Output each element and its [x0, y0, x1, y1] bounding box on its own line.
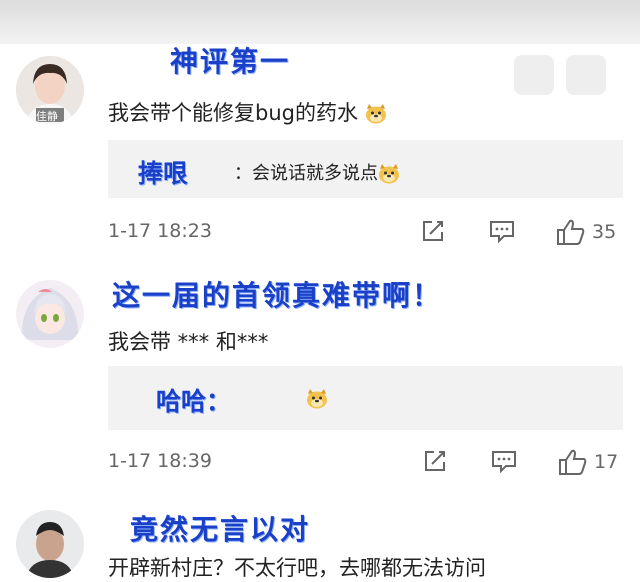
reply-author[interactable]: 捧哏	[138, 154, 188, 190]
like-count: 35	[592, 221, 617, 243]
edit-icon	[423, 221, 443, 241]
thumbs-up-icon	[559, 449, 587, 475]
avatar-label: 佳静	[36, 110, 58, 123]
caption-overlay: 竟然无言以对	[130, 513, 311, 546]
comment-button[interactable]	[490, 448, 518, 474]
comment-text-content: 我会带个能修复bug的药水	[108, 101, 358, 125]
like-button[interactable]: 35	[556, 218, 616, 246]
comment-icon	[490, 221, 514, 244]
like-count: 17	[594, 451, 619, 473]
comment-text: 我会带 *** 和***	[108, 330, 269, 354]
reply-text	[306, 388, 328, 409]
caption-overlay: 神评第一	[170, 45, 291, 78]
doge-emoji-icon	[306, 389, 328, 409]
comment-item: 这一届的首领真难带啊！ 我会带 *** 和*** 哈哈： 1-17 18:39 …	[0, 262, 640, 492]
comment-text: 开辟新村庄？不太行吧，去哪都无法访问	[108, 556, 486, 580]
edit-button[interactable]	[420, 218, 446, 244]
comment-button[interactable]	[488, 218, 516, 244]
edit-button[interactable]	[422, 448, 448, 474]
comment-icon	[492, 451, 516, 474]
edit-icon	[425, 451, 445, 471]
doge-emoji-icon	[378, 164, 400, 184]
thumbs-up-icon	[557, 219, 585, 245]
comment-text: 我会带个能修复bug的药水	[108, 97, 387, 127]
avatar[interactable]	[16, 510, 84, 578]
avatar[interactable]: 佳静	[16, 56, 84, 124]
like-button[interactable]: 17	[558, 448, 618, 476]
avatar[interactable]	[16, 280, 84, 348]
reply-box[interactable]: 捧哏 ：会说话就多说点	[108, 140, 623, 198]
reply-text-content: 会说话就多说点	[252, 163, 378, 184]
comment-item: 佳静 神评第一 我会带个能修复bug的药水 捧哏 ：会说话就多说点 1-17 1…	[0, 0, 640, 260]
caption-overlay: 这一届的首领真难带啊！	[112, 279, 443, 312]
reply-author[interactable]: 哈哈：	[156, 382, 231, 418]
comment-item: 竟然无言以对 开辟新村庄？不太行吧，去哪都无法访问	[0, 494, 640, 580]
reply-box[interactable]: 哈哈：	[108, 366, 623, 430]
reply-text: ：会说话就多说点	[234, 159, 400, 185]
comment-timestamp: 1-17 18:23	[108, 220, 212, 242]
comment-timestamp: 1-17 18:39	[108, 450, 212, 472]
doge-emoji-icon	[365, 104, 387, 124]
